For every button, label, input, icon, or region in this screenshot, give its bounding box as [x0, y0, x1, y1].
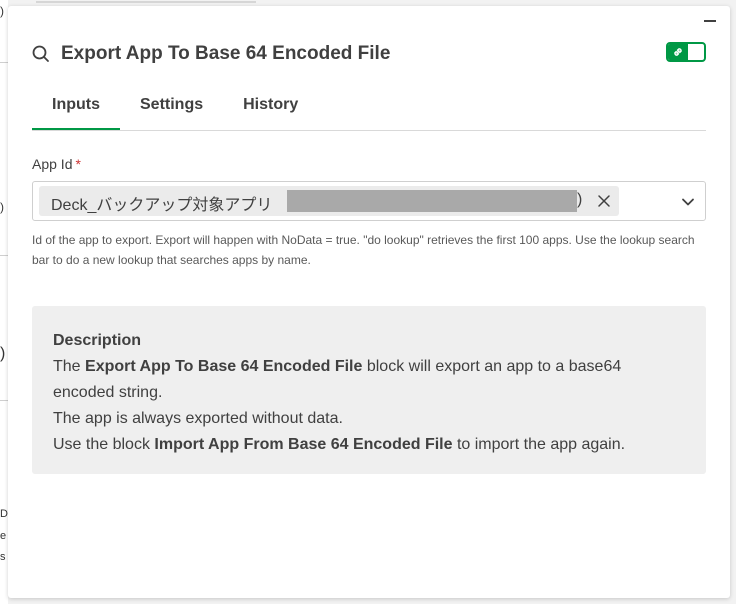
description-text: The	[53, 358, 86, 375]
description-heading: Description	[53, 332, 142, 349]
selected-app-chip: Deck_バックアップ対象アプリ )	[39, 186, 619, 216]
canvas-divider	[0, 255, 8, 256]
app-id-helper-text: Id of the app to export. Export will hap…	[32, 233, 695, 267]
tab-settings[interactable]: Settings	[120, 86, 223, 129]
link-icon	[668, 44, 688, 60]
app-id-label: App Id *	[32, 156, 81, 172]
app-id-select[interactable]: Deck_バックアップ対象アプリ )	[32, 181, 706, 221]
chevron-down-icon[interactable]	[681, 195, 695, 209]
page-title: Export App To Base 64 Encoded File	[61, 43, 391, 64]
description-text: to import the app again.	[452, 436, 626, 453]
app-id-label-text: App Id	[32, 156, 73, 172]
search-icon[interactable]	[32, 45, 50, 63]
selected-app-suffix: )	[577, 191, 583, 208]
canvas-glyph: )	[0, 4, 4, 18]
block-config-panel: Export App To Base 64 Encoded File Input…	[8, 6, 730, 598]
canvas-glyph: e	[0, 530, 7, 542]
tab-bar: Inputs Settings History	[32, 86, 706, 131]
link-toggle[interactable]	[666, 42, 706, 62]
canvas-divider	[0, 400, 8, 401]
close-icon[interactable]	[595, 192, 613, 210]
panel-header: Export App To Base 64 Encoded File	[32, 42, 706, 66]
description-box: Description The Export App To Base 64 En…	[32, 306, 706, 474]
canvas-divider	[0, 62, 8, 63]
description-line: The Export App To Base 64 Encoded File b…	[53, 354, 686, 406]
tab-inputs[interactable]: Inputs	[32, 86, 120, 130]
description-line: Use the block Import App From Base 64 En…	[53, 432, 686, 458]
description-block-name: Export App To Base 64 Encoded File	[85, 358, 363, 375]
tab-history[interactable]: History	[223, 86, 318, 129]
description-block-name: Import App From Base 64 Encoded File	[154, 436, 453, 453]
description-line: The app is always exported without data.	[53, 410, 343, 427]
canvas-glyph: )	[0, 200, 4, 214]
selected-app-name: Deck_バックアップ対象アプリ	[51, 197, 273, 214]
description-text: Use the block	[53, 436, 155, 453]
redacted-region	[287, 190, 577, 212]
minimize-icon[interactable]	[704, 20, 716, 22]
required-mark: *	[75, 156, 81, 172]
canvas-glyph: D	[0, 508, 8, 520]
canvas-glyph: )	[0, 345, 6, 362]
canvas-glyph: s	[0, 551, 6, 563]
canvas-top-fragment	[36, 0, 276, 4]
